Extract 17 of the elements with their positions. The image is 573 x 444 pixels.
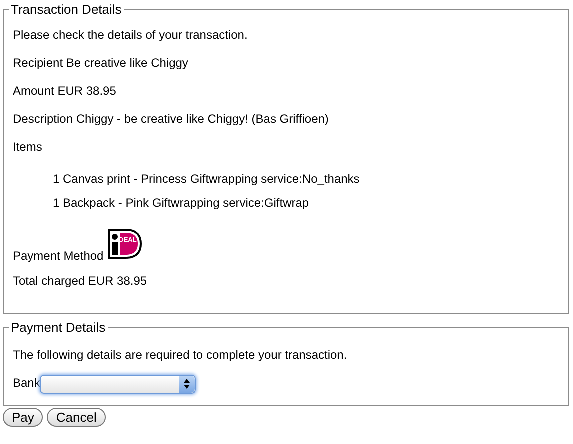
payment-method-label: Payment Method xyxy=(13,249,104,263)
stepper-icon xyxy=(184,379,190,389)
panel-title: Payment Details xyxy=(10,320,107,335)
recipient-text: Recipient Be creative like Chiggy xyxy=(13,56,188,70)
total-text: Total charged EUR 38.95 xyxy=(13,274,148,288)
bank-label: Bank xyxy=(13,376,40,390)
amount-text: Amount EUR 38.95 xyxy=(13,84,116,98)
intro-text: Please check the details of your transaction. xyxy=(13,28,248,42)
pay-button[interactable]: Pay xyxy=(3,408,44,427)
panel-title: Transaction Details xyxy=(10,2,123,17)
cancel-button[interactable]: Cancel xyxy=(47,408,106,427)
required-text: The following details are required to complete your transaction. xyxy=(13,348,348,362)
items-label: Items xyxy=(13,140,42,154)
bank-select[interactable] xyxy=(40,374,196,394)
item-text: 1 Canvas print - Princess Giftwrapping service:No_thanks xyxy=(53,172,360,186)
description-text: Description Chiggy - be creative like Chiggy! (Bas Griffioen) xyxy=(13,112,329,126)
item-text: 1 Backpack - Pink Giftwrapping service:Giftwrap xyxy=(53,196,310,210)
